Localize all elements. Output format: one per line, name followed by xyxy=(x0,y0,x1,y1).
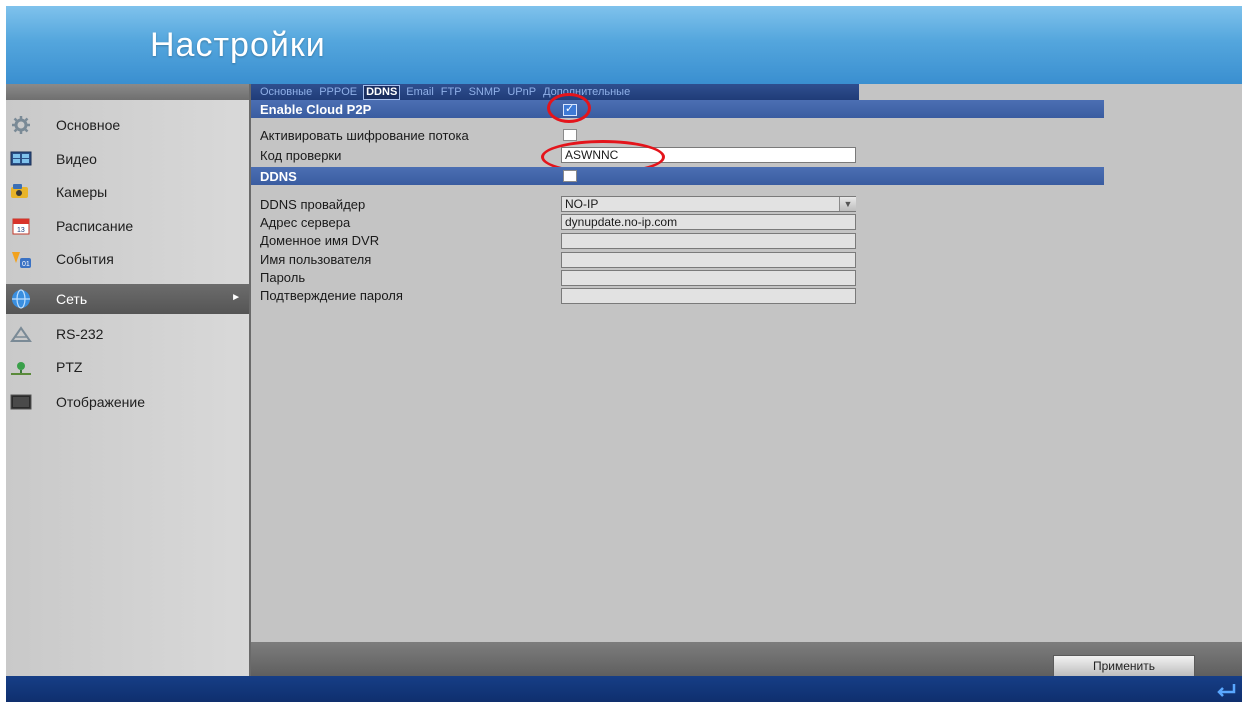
verification-code-label: Код проверки xyxy=(260,148,342,163)
tab-bar: Основные PPPOE DDNS Email FTP SNMP UPnP … xyxy=(251,84,859,100)
network-icon xyxy=(10,289,32,309)
ddns-section-header: DDNS xyxy=(251,167,1104,185)
encrypt-stream-label: Активировать шифрование потока xyxy=(260,128,469,143)
camera-icon xyxy=(10,183,32,201)
dvr-domain-label: Доменное имя DVR xyxy=(260,233,380,248)
tab-email[interactable]: Email xyxy=(405,86,435,98)
chevron-right-icon: ► xyxy=(231,292,241,303)
ddns-provider-label: DDNS провайдер xyxy=(260,197,366,212)
ddns-enable-checkbox[interactable] xyxy=(563,170,577,182)
cloud-p2p-checkbox[interactable] xyxy=(563,102,577,116)
svg-text:13: 13 xyxy=(17,227,25,234)
sidebar-item-label: Камеры xyxy=(56,184,108,200)
tab-ddns[interactable]: DDNS xyxy=(363,84,401,100)
password-field[interactable] xyxy=(561,270,856,286)
footer-bar xyxy=(6,676,1242,702)
verification-code-field[interactable] xyxy=(561,147,856,163)
ptz-icon xyxy=(10,358,32,376)
tab-upnp[interactable]: UPnP xyxy=(506,86,537,98)
events-icon: 01 xyxy=(10,250,32,268)
sidebar-item-label: Сеть xyxy=(56,291,88,307)
tab-advanced[interactable]: Дополнительные xyxy=(542,86,631,98)
ddns-provider-select[interactable] xyxy=(561,196,856,212)
encrypt-stream-checkbox[interactable] xyxy=(563,129,577,141)
serial-icon xyxy=(10,325,32,343)
sidebar-item-label: RS-232 xyxy=(56,326,104,342)
sidebar-item-network[interactable]: Сеть ► xyxy=(6,284,249,314)
page-title: Настройки xyxy=(150,26,326,64)
display-icon xyxy=(10,393,32,411)
password-label: Пароль xyxy=(260,270,306,285)
dvr-settings-screen: Настройки Основное Видео Камеры 13 Распи… xyxy=(6,6,1242,702)
tab-general[interactable]: Основные xyxy=(259,86,313,98)
username-field[interactable] xyxy=(561,252,856,268)
confirm-password-label: Подтверждение пароля xyxy=(260,288,403,303)
sidebar-item-general[interactable]: Основное xyxy=(6,110,249,140)
sidebar-item-display[interactable]: Отображение xyxy=(6,387,249,417)
apply-button[interactable]: Применить xyxy=(1053,655,1195,677)
back-arrow-icon[interactable] xyxy=(1214,680,1238,698)
sidebar-item-label: Отображение xyxy=(56,394,146,410)
sidebar: Основное Видео Камеры 13 Расписание 01 С… xyxy=(6,84,251,676)
header-bar: Настройки xyxy=(6,6,1242,84)
cloud-p2p-section-header: Enable Cloud P2P xyxy=(251,100,1104,118)
server-address-field[interactable] xyxy=(561,214,856,230)
chevron-down-icon[interactable]: ▼ xyxy=(839,197,856,211)
sidebar-item-video[interactable]: Видео xyxy=(6,144,249,174)
username-label: Имя пользователя xyxy=(260,252,372,267)
sidebar-item-label: Видео xyxy=(56,151,97,167)
settings-panel: Основные PPPOE DDNS Email FTP SNMP UPnP … xyxy=(251,84,1242,677)
sidebar-item-schedule[interactable]: 13 Расписание xyxy=(6,211,249,241)
server-address-label: Адрес сервера xyxy=(260,215,351,230)
tab-ftp[interactable]: FTP xyxy=(440,86,463,98)
sidebar-item-label: События xyxy=(56,251,114,267)
dvr-domain-field[interactable] xyxy=(561,233,856,249)
gear-icon xyxy=(10,116,32,134)
action-bar: Применить xyxy=(251,642,1242,677)
ddns-section-label: DDNS xyxy=(260,168,297,184)
sidebar-item-label: Основное xyxy=(56,117,121,133)
confirm-password-field[interactable] xyxy=(561,288,856,304)
sidebar-item-label: Расписание xyxy=(56,218,134,234)
svg-text:01: 01 xyxy=(22,261,30,268)
sidebar-item-ptz[interactable]: PTZ xyxy=(6,352,249,382)
sidebar-item-events[interactable]: 01 События xyxy=(6,244,249,274)
sidebar-header-strip xyxy=(6,84,249,100)
tab-snmp[interactable]: SNMP xyxy=(468,86,502,98)
sidebar-item-cameras[interactable]: Камеры xyxy=(6,177,249,207)
cloud-p2p-label: Enable Cloud P2P xyxy=(260,101,372,117)
video-icon xyxy=(10,150,32,168)
calendar-icon: 13 xyxy=(10,217,32,235)
sidebar-item-rs232[interactable]: RS-232 xyxy=(6,319,249,349)
tab-pppoe[interactable]: PPPOE xyxy=(318,86,358,98)
sidebar-item-label: PTZ xyxy=(56,359,83,375)
